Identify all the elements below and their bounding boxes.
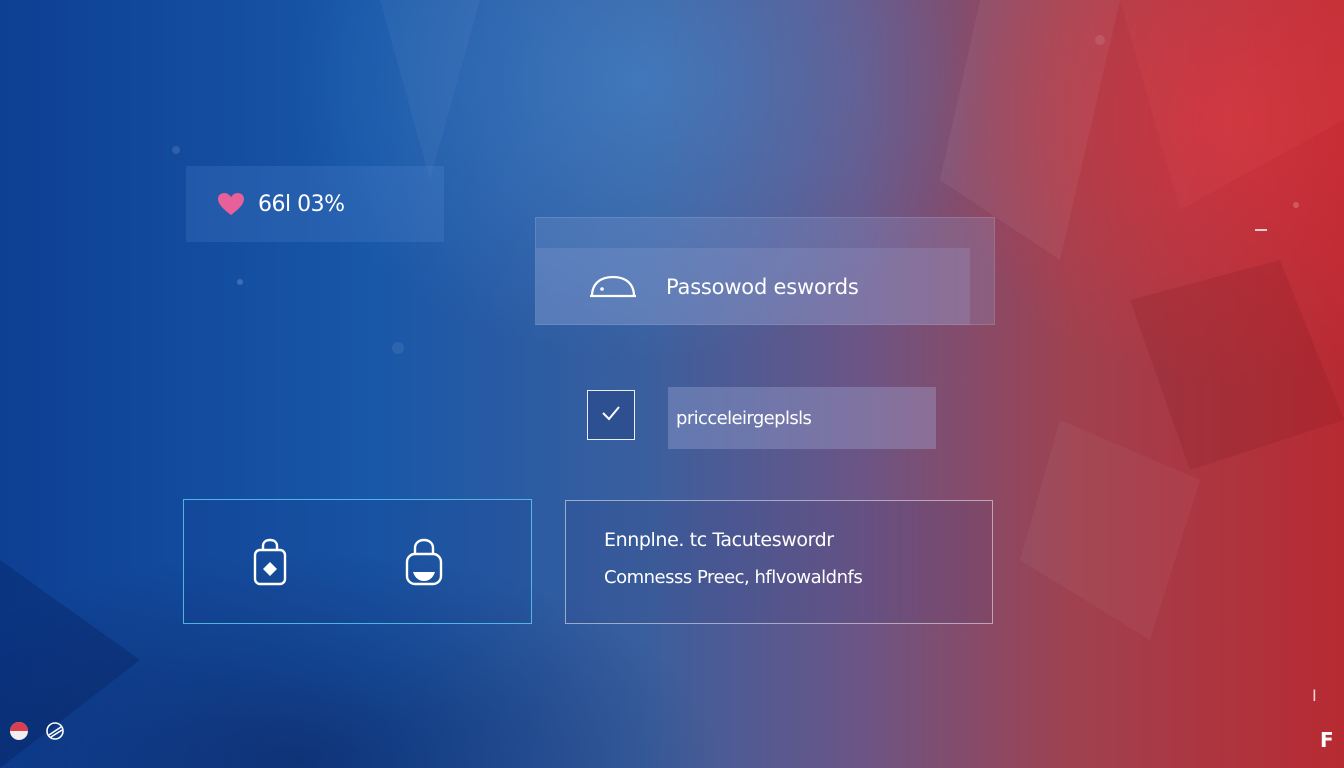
confirm-checkbox[interactable]: [587, 390, 635, 440]
password-label: Passowod eswords: [666, 274, 859, 299]
security-icons-card[interactable]: [183, 499, 532, 624]
checkbox-text-field[interactable]: pricceleirgeplsls: [668, 387, 936, 449]
diamond-lock-icon[interactable]: [250, 536, 290, 588]
corner-icon-group: [8, 720, 66, 746]
password-button[interactable]: Passowod eswords: [536, 248, 970, 325]
lock-shackle-icon: [588, 272, 638, 302]
checkmark-icon: [600, 404, 622, 426]
checkbox-text-value: pricceleirgeplsls: [676, 407, 812, 429]
heart-icon: [216, 191, 246, 217]
background-facets: [0, 0, 1344, 768]
stat-value: 66l 03%: [258, 191, 345, 217]
info-card: Ennplne. tc Tacuteswordr Comnesss Preec,…: [565, 500, 993, 624]
globe-icon[interactable]: [44, 720, 66, 746]
corner-text-top: I: [1312, 686, 1317, 705]
stat-card: 66l 03%: [186, 166, 444, 242]
corner-text-bottom: F: [1320, 728, 1334, 752]
padlock-icon[interactable]: [404, 536, 444, 588]
dash-mark: [1255, 229, 1267, 231]
flag-icon[interactable]: [8, 720, 30, 746]
info-line-1: Ennplne. tc Tacuteswordr: [604, 529, 834, 551]
info-line-2: Comnesss Preec, hflvowaldnfs: [604, 567, 863, 588]
